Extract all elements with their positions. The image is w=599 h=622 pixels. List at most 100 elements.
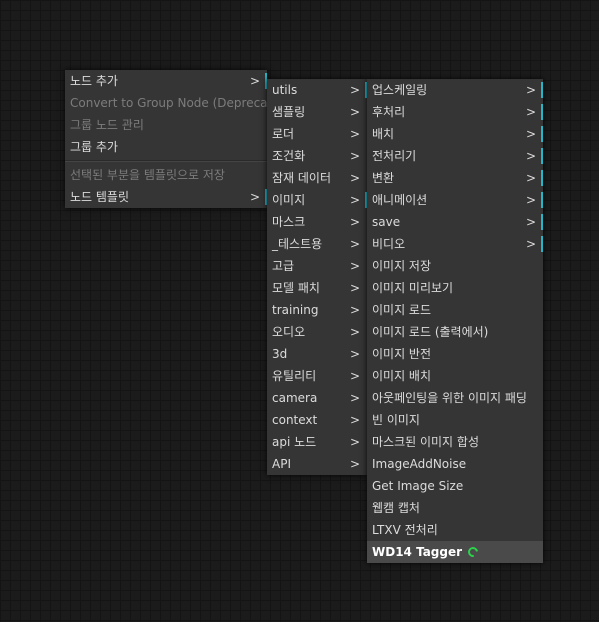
menu-item-pad-image-for-outpainting[interactable]: 아웃페인팅을 위한 이미지 패딩 [367, 387, 543, 409]
menu-item-label: 후처리 [372, 105, 406, 119]
chevron-right-icon: > [525, 149, 536, 163]
menu-item-utilities[interactable]: 유틸리티 > [267, 365, 367, 387]
menu-item-label: Get Image Size [372, 479, 464, 493]
menu-item-animation[interactable]: 애니메이션 > [367, 189, 543, 211]
chevron-right-icon: > [525, 83, 536, 97]
chevron-right-icon: > [349, 369, 360, 383]
chevron-right-icon: > [349, 347, 360, 361]
menu-item-save-image[interactable]: 이미지 저장 [367, 255, 543, 277]
menu-item-label: WD14 Tagger [372, 545, 463, 559]
menu-item-label: 유틸리티 [272, 369, 317, 383]
chevron-right-icon: > [249, 74, 260, 88]
menu-item-context[interactable]: context > [267, 409, 367, 431]
menu-item-label: 이미지 [272, 193, 306, 207]
menu-item-latent[interactable]: 잠재 데이터 > [267, 167, 367, 189]
menu-item-label: 3d [272, 347, 288, 361]
menu-item-get-image-size[interactable]: Get Image Size [367, 475, 543, 497]
menu-item-convert-to-group-node: Convert to Group Node (Deprecated) [65, 92, 292, 114]
menu-item-invert-image[interactable]: 이미지 반전 [367, 343, 543, 365]
menu-item-label: training [272, 303, 319, 317]
menu-item-loaders[interactable]: 로더 > [267, 123, 367, 145]
menu-item-label: 마스크된 이미지 합성 [372, 435, 479, 449]
menu-item-label: 비디오 [372, 237, 406, 251]
menu-item-3d[interactable]: 3d > [267, 343, 367, 365]
menu-item-sampling[interactable]: 샘플링 > [267, 101, 367, 123]
chevron-right-icon: > [525, 215, 536, 229]
menu-item-add-node[interactable]: 노드 추가 > [65, 70, 267, 92]
menu-item-label: 그룹 노드 관리 [70, 118, 144, 132]
menu-item-node-templates[interactable]: 노드 템플릿 > [65, 186, 267, 208]
menu-item-save-as-template: 선택된 부분을 템플릿으로 저장 [65, 164, 267, 186]
menu-item-image-add-noise[interactable]: ImageAddNoise [367, 453, 543, 475]
menu-item-label: API [272, 457, 291, 471]
menu-item-label: 아웃페인팅을 위한 이미지 패딩 [372, 391, 527, 405]
menu-item-image-batch[interactable]: 이미지 배치 [367, 365, 543, 387]
menu-item-label: 마스크 [272, 215, 306, 229]
menu-item-conditioning[interactable]: 조건화 > [267, 145, 367, 167]
menu-item-label: 변환 [372, 171, 395, 185]
menu-item-video[interactable]: 비디오 > [367, 233, 543, 255]
image-submenu: 업스케일링 > 후처리 > 배치 > 전처리기 > 변환 > 애니메이션 > save > 비… [367, 79, 543, 563]
menu-item-add-group[interactable]: 그룹 추가 [65, 136, 267, 158]
menu-item-manage-group-nodes: 그룹 노드 관리 [65, 114, 267, 136]
chevron-right-icon: > [525, 193, 536, 207]
menu-item-batch[interactable]: 배치 > [367, 123, 543, 145]
menu-item-preview-image[interactable]: 이미지 미리보기 [367, 277, 543, 299]
menu-item-label: 선택된 부분을 템플릿으로 저장 [70, 168, 225, 182]
menu-item-save[interactable]: save > [367, 211, 543, 233]
menu-item-label: 이미지 미리보기 [372, 281, 454, 295]
menu-item-model-patches[interactable]: 모델 패치 > [267, 277, 367, 299]
menu-item-label: LTXV 전처리 [372, 523, 438, 537]
canvas-context-menu: 노드 추가 > Convert to Group Node (Deprecate… [65, 70, 292, 208]
chevron-right-icon: > [525, 127, 536, 141]
menu-item-empty-image[interactable]: 빈 이미지 [367, 409, 543, 431]
chevron-right-icon: > [349, 435, 360, 449]
menu-item-label: 이미지 저장 [372, 259, 432, 273]
chevron-right-icon: > [349, 281, 360, 295]
chevron-right-icon: > [349, 149, 360, 163]
menu-item-mask[interactable]: 마스크 > [267, 211, 367, 233]
menu-item-label: 잠재 데이터 [272, 171, 332, 185]
menu-item-wd14-tagger[interactable]: WD14 Tagger [367, 541, 543, 563]
chevron-right-icon: > [349, 105, 360, 119]
menu-item-image[interactable]: 이미지 > [267, 189, 367, 211]
menu-item-api[interactable]: API > [267, 453, 367, 475]
menu-item-webcam-capture[interactable]: 웹캠 캡처 [367, 497, 543, 519]
menu-item-ltxv-preprocess[interactable]: LTXV 전처리 [367, 519, 543, 541]
menu-item-label: 이미지 반전 [372, 347, 432, 361]
menu-item-label: 로더 [272, 127, 295, 141]
menu-item-label: save [372, 215, 401, 229]
chevron-right-icon: > [525, 171, 536, 185]
chevron-right-icon: > [349, 259, 360, 273]
menu-item-label: 웹캠 캡처 [372, 501, 420, 515]
menu-item-label: api 노드 [272, 435, 317, 449]
menu-item-postprocessing[interactable]: 후처리 > [367, 101, 543, 123]
menu-item-label: utils [272, 83, 298, 97]
chevron-right-icon: > [349, 303, 360, 317]
menu-item-load-image-from-output[interactable]: 이미지 로드 (출력에서) [367, 321, 543, 343]
menu-item-audio[interactable]: 오디오 > [267, 321, 367, 343]
chevron-right-icon: > [525, 237, 536, 251]
menu-item-training[interactable]: training > [267, 299, 367, 321]
menu-item-testing[interactable]: _테스트용 > [267, 233, 367, 255]
menu-item-label: 조건화 [272, 149, 306, 163]
menu-item-label: 이미지 배치 [372, 369, 432, 383]
menu-item-label: 노드 추가 [70, 74, 118, 88]
menu-item-label: 샘플링 [272, 105, 306, 119]
menu-item-label: 이미지 로드 (출력에서) [372, 325, 489, 339]
menu-item-label: 업스케일링 [372, 83, 428, 97]
chevron-right-icon: > [525, 105, 536, 119]
menu-item-label: 빈 이미지 [372, 413, 420, 427]
chevron-right-icon: > [349, 83, 360, 97]
menu-item-label: 고급 [272, 259, 295, 273]
menu-item-image-composite-masked[interactable]: 마스크된 이미지 합성 [367, 431, 543, 453]
menu-item-utils[interactable]: utils > [267, 79, 367, 101]
menu-item-load-image[interactable]: 이미지 로드 [367, 299, 543, 321]
menu-item-upscaling[interactable]: 업스케일링 > [367, 79, 543, 101]
menu-item-advanced[interactable]: 고급 > [267, 255, 367, 277]
menu-item-camera[interactable]: camera > [267, 387, 367, 409]
menu-item-preprocessors[interactable]: 전처리기 > [367, 145, 543, 167]
menu-item-transform[interactable]: 변환 > [367, 167, 543, 189]
menu-item-api-nodes[interactable]: api 노드 > [267, 431, 367, 453]
menu-item-label: 오디오 [272, 325, 306, 339]
